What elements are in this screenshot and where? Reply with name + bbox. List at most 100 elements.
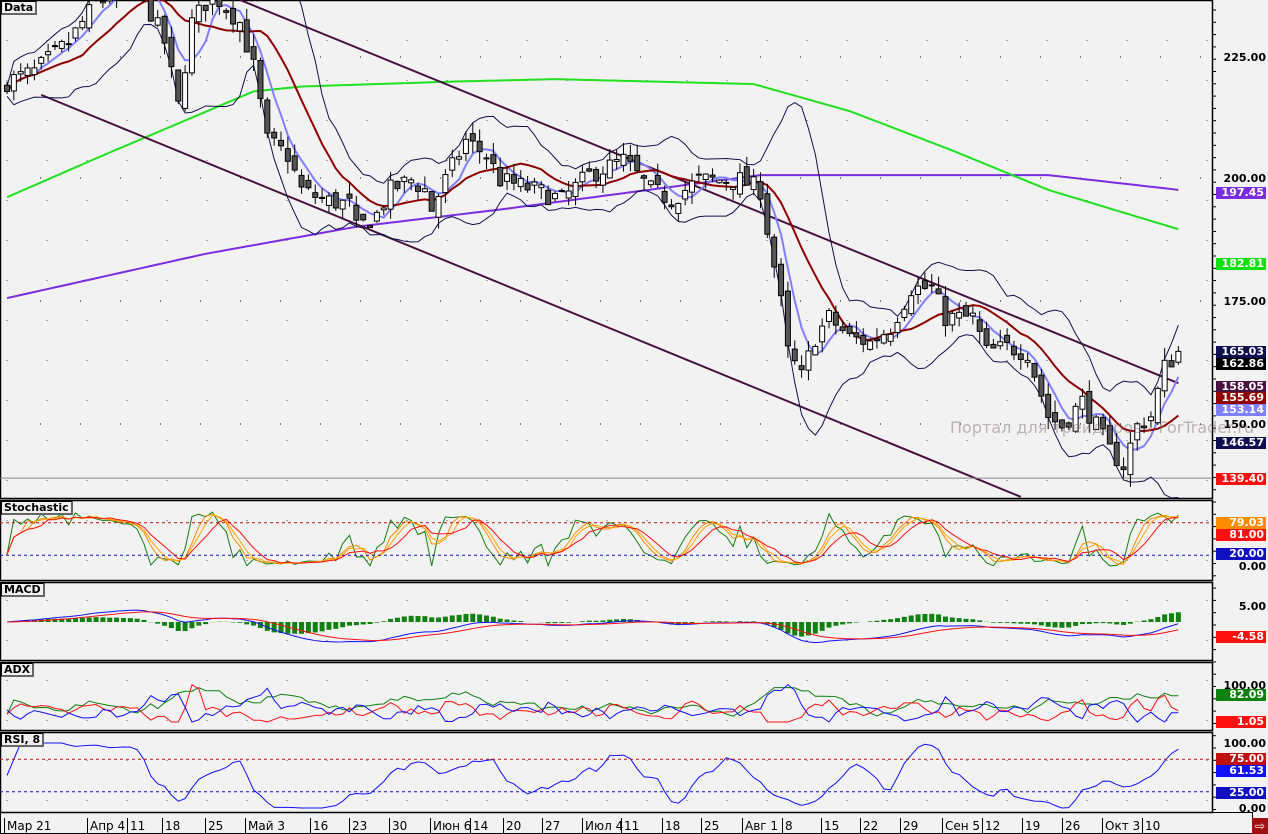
candle	[1127, 442, 1134, 476]
macd-histogram-bar	[155, 622, 161, 624]
date-label: 19	[1022, 818, 1040, 834]
macd-histogram-bar	[127, 618, 133, 622]
macd-histogram-bar	[442, 616, 448, 622]
macd-histogram-bar	[1114, 622, 1120, 625]
macd-histogram-bar	[1052, 622, 1058, 628]
candle	[1017, 353, 1024, 360]
macd-histogram-bar	[326, 622, 332, 630]
date-label: 11	[127, 818, 145, 834]
macd-histogram-bar	[600, 620, 606, 622]
macd-histogram-bar	[484, 615, 489, 622]
candle	[552, 192, 558, 200]
date-label: Мар 21	[4, 818, 51, 834]
candle	[620, 153, 627, 166]
candle	[4, 84, 10, 92]
macd-histogram-bar	[1038, 622, 1044, 626]
macd-histogram-bar	[1155, 616, 1161, 622]
macd-histogram-bar	[607, 619, 613, 622]
candle	[784, 290, 791, 347]
macd-histogram-bar	[970, 619, 976, 622]
macd-histogram-bar	[381, 621, 387, 622]
macd-histogram-bar	[936, 614, 942, 622]
date-label: 11	[621, 818, 639, 834]
macd-histogram-bar	[388, 618, 394, 622]
date-label: 25	[205, 818, 223, 834]
macd-histogram-bar	[107, 617, 113, 622]
date-label: 30	[389, 818, 407, 834]
macd-histogram-bar	[299, 622, 305, 634]
macd-histogram-bar	[518, 621, 524, 622]
candle	[209, 0, 216, 5]
candle	[154, 17, 161, 26]
macd-tick: 5.00	[1238, 600, 1266, 613]
candle	[1175, 350, 1182, 363]
macd-histogram-bar	[566, 622, 572, 623]
date-label: Июл 4	[582, 818, 623, 834]
candle	[668, 204, 675, 208]
macd-histogram-bar	[73, 618, 78, 622]
adx-label-minus: 1.05	[1216, 716, 1266, 728]
candle	[1004, 334, 1011, 343]
candle	[278, 139, 284, 147]
price-label-support: 139.40	[1216, 473, 1266, 485]
macd-histogram-bar	[716, 621, 722, 622]
candle	[579, 171, 586, 183]
candle	[106, 0, 113, 2]
candle	[230, 7, 237, 25]
candle	[832, 311, 839, 326]
candle	[476, 140, 483, 153]
candle	[969, 312, 976, 317]
macd-histogram-bar	[826, 622, 832, 628]
candle	[778, 263, 785, 297]
candle	[86, 4, 93, 29]
macd-histogram-bar	[162, 622, 168, 626]
candle	[456, 156, 463, 160]
candle	[921, 280, 928, 289]
stoch-label-20: 20.00	[1216, 548, 1266, 560]
candle	[257, 59, 264, 100]
candle	[654, 174, 661, 185]
macd-histogram-bar	[1107, 622, 1113, 624]
exit-icon[interactable]: ⇨	[1252, 818, 1268, 834]
date-label: 20	[503, 818, 521, 834]
macd-histogram-bar	[1025, 622, 1031, 624]
candle	[524, 182, 531, 191]
date-label: 8	[782, 818, 793, 834]
stoch-label-d: 81.00	[1216, 529, 1266, 541]
macd-histogram-bar	[1011, 622, 1017, 624]
date-label: Апр 4	[87, 818, 125, 834]
macd-histogram-bar	[977, 620, 983, 622]
candle	[1168, 360, 1175, 368]
candle	[31, 67, 38, 76]
candle	[223, 10, 230, 13]
macd-histogram-bar	[922, 613, 928, 622]
date-label: Окт 3	[1102, 818, 1140, 834]
candle	[915, 285, 922, 296]
macd-histogram-bar	[1127, 622, 1133, 624]
candle	[983, 328, 990, 346]
candle	[51, 45, 58, 48]
candle	[1010, 345, 1017, 356]
candle	[188, 17, 195, 74]
date-label: Май 3	[245, 818, 285, 834]
candle	[147, 0, 154, 22]
macd-histogram-bar	[134, 618, 140, 622]
candle	[908, 295, 915, 315]
candle	[408, 179, 415, 184]
candle	[894, 322, 901, 333]
candle	[497, 166, 504, 187]
candle	[709, 174, 716, 178]
candle	[846, 326, 853, 334]
candle	[935, 288, 942, 295]
candle	[415, 185, 421, 192]
candle	[675, 203, 682, 214]
macd-histogram-bar	[511, 620, 517, 622]
candle	[10, 74, 17, 92]
date-label: 27	[542, 818, 560, 834]
candle	[1161, 359, 1168, 392]
macd-histogram-bar	[1141, 620, 1147, 622]
candle	[325, 195, 332, 206]
macd-histogram-bar	[1018, 622, 1024, 624]
chart-canvas[interactable]	[0, 0, 1268, 834]
macd-histogram-bar	[915, 614, 921, 622]
